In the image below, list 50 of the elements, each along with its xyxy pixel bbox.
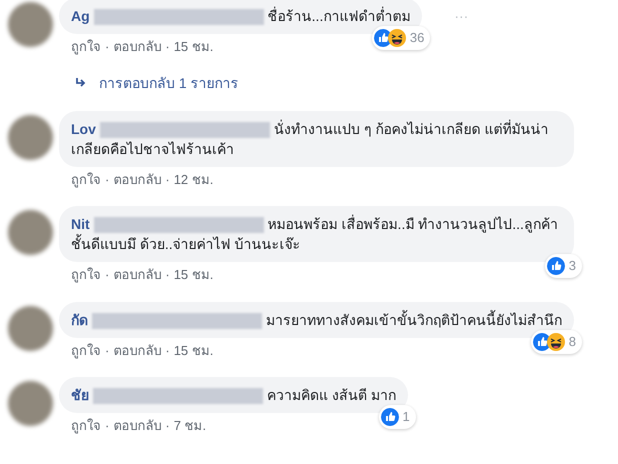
- avatar[interactable]: [8, 210, 53, 255]
- separator-dot: ·: [165, 342, 170, 360]
- reply-link[interactable]: ตอบกลับ: [113, 416, 162, 436]
- like-link[interactable]: ถูกใจ: [71, 265, 101, 284]
- separator-dot: ·: [105, 170, 110, 188]
- view-replies-link[interactable]: การตอบกลับ 1 รายการ: [99, 72, 239, 94]
- reaction-badge[interactable]: 36: [372, 26, 430, 50]
- reaction-badge[interactable]: 1: [378, 405, 416, 429]
- reply-link[interactable]: ตอบกลับ: [113, 340, 162, 360]
- timestamp[interactable]: 15 ชม.: [174, 340, 214, 360]
- avatar[interactable]: [8, 381, 53, 426]
- commenter-name[interactable]: Ag: [71, 8, 90, 24]
- commenter-name[interactable]: Lov: [71, 120, 96, 136]
- reply-link[interactable]: ตอบกลับ: [113, 170, 162, 189]
- comment-text: Lov นั่งทำงานแปบ ๆ ก้อคงไม่น่าเกลียด แต่ที่มันน่าเกลียดคือไปชาจไฟร้านเค้า: [71, 118, 550, 158]
- reaction-count: 3: [568, 257, 577, 275]
- like-link[interactable]: ถูกใจ: [71, 37, 101, 56]
- separator-dot: ·: [165, 266, 170, 284]
- reaction-count: 36: [410, 29, 426, 47]
- reply-arrow-icon: [75, 78, 87, 88]
- separator-dot: ·: [105, 266, 110, 284]
- timestamp[interactable]: 15 ชม.: [174, 37, 214, 56]
- reaction-badge[interactable]: 3: [544, 254, 582, 278]
- timestamp[interactable]: 12 ชม.: [174, 170, 214, 189]
- commenter-name[interactable]: Nit: [71, 216, 90, 232]
- comment-text: ชัย ความคิดแ งส้นตี มาก: [71, 386, 396, 405]
- separator-dot: ·: [105, 417, 110, 435]
- timestamp[interactable]: 7 ชม.: [174, 416, 206, 436]
- timestamp[interactable]: 15 ชม.: [174, 265, 214, 284]
- separator-dot: ·: [165, 417, 170, 435]
- separator-dot: ·: [165, 170, 170, 188]
- avatar[interactable]: [8, 306, 53, 350]
- comment-text: Nit หมอนพร้อม เสื่อพร้อม..มื ทำงานวนลูปไป...ลูกค้าชั้นดีแบบมึ ด้วย..จ่ายค่าไฟ บ้านนะเจ๊ะ: [71, 214, 559, 254]
- reply-link[interactable]: ตอบกลับ: [113, 265, 162, 284]
- commenter-name[interactable]: ชัย: [71, 387, 89, 403]
- separator-dot: ·: [165, 38, 170, 56]
- like-link[interactable]: ถูกใจ: [71, 340, 101, 360]
- avatar[interactable]: [8, 2, 53, 47]
- separator-dot: ·: [105, 342, 110, 360]
- like-link[interactable]: ถูกใจ: [71, 416, 101, 436]
- reaction-count: 8: [568, 332, 577, 350]
- reaction-badge[interactable]: 8: [530, 330, 582, 354]
- avatar[interactable]: [8, 114, 53, 160]
- reaction-count: 1: [402, 408, 411, 426]
- comment-text: กัด มารยาททางสังคมเข้าขั้นวิกฤติป้าคนนี้ยังไม่สำนึก: [71, 310, 562, 330]
- comment-text: Ag ชื่อร้าน...กาแฟดำต่ำตม: [71, 6, 410, 26]
- separator-dot: ·: [105, 38, 110, 56]
- like-link[interactable]: ถูกใจ: [71, 170, 101, 189]
- reply-link[interactable]: ตอบกลับ: [113, 37, 162, 56]
- commenter-name[interactable]: กัด: [71, 312, 88, 328]
